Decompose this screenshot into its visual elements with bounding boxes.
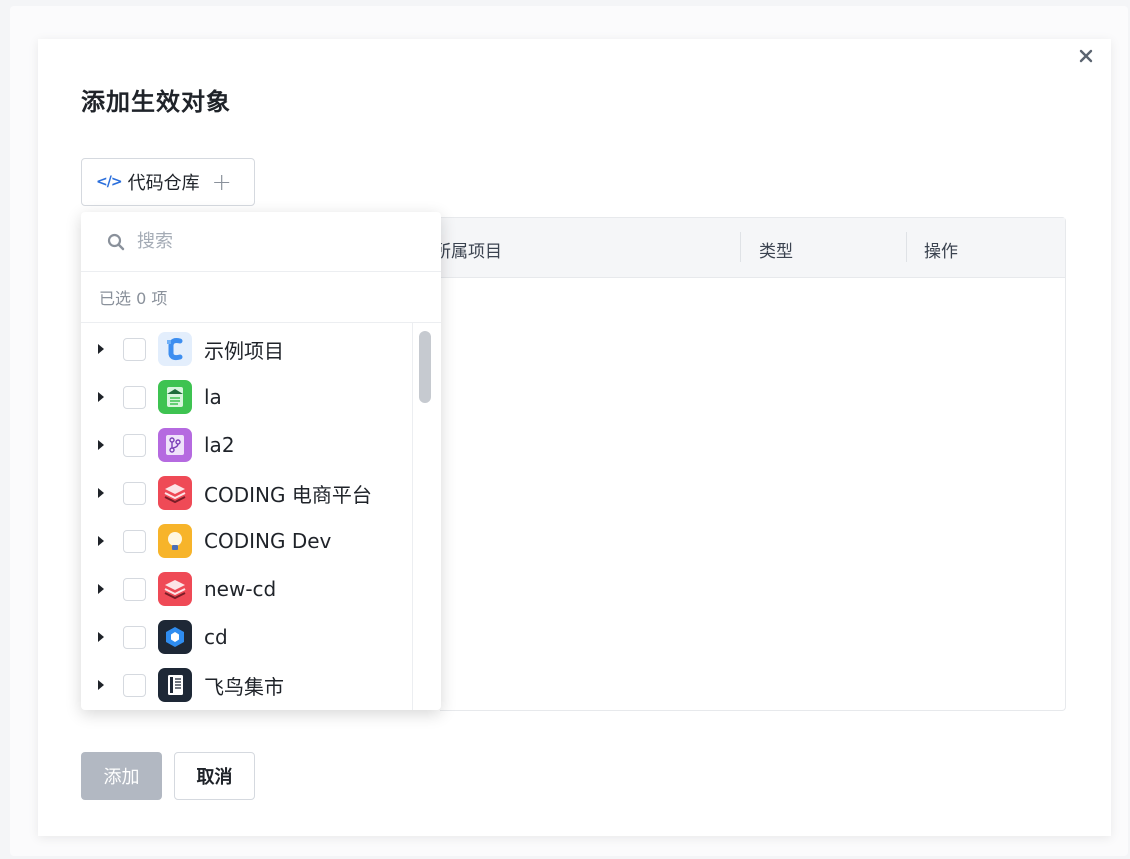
close-icon — [1079, 49, 1093, 63]
item-label: cd — [204, 625, 228, 649]
item-checkbox[interactable] — [123, 529, 146, 553]
list-item[interactable]: 示例项目 — [81, 325, 413, 373]
search-input[interactable] — [137, 231, 397, 252]
close-button[interactable] — [1074, 44, 1098, 68]
item-checkbox[interactable] — [123, 337, 146, 361]
cube-icon — [158, 620, 192, 654]
item-checkbox[interactable] — [123, 385, 146, 409]
column-header-actions: 操作 — [924, 242, 958, 262]
list-item[interactable]: cd — [81, 613, 413, 661]
item-label: la — [204, 385, 222, 409]
expand-caret-icon[interactable] — [98, 680, 104, 690]
table-header: 所属项目 类型 操作 — [434, 218, 1065, 278]
column-divider — [740, 232, 741, 262]
scrollbar-thumb[interactable] — [419, 331, 431, 403]
item-checkbox[interactable] — [123, 625, 146, 649]
expand-caret-icon[interactable] — [98, 440, 104, 450]
list-item[interactable]: CODING 电商平台 — [81, 469, 413, 517]
repo-type-button[interactable]: </> 代码仓库 + — [81, 158, 255, 206]
column-divider — [906, 232, 907, 262]
document-icon — [158, 380, 192, 414]
item-label: 示例项目 — [204, 338, 284, 363]
item-label: new-cd — [204, 577, 277, 601]
expand-caret-icon[interactable] — [98, 488, 104, 498]
list-item[interactable]: 飞鸟集市 — [81, 661, 413, 709]
expand-caret-icon[interactable] — [98, 344, 104, 354]
list-item[interactable]: new-cd — [81, 565, 413, 613]
expand-caret-icon[interactable] — [98, 536, 104, 546]
column-header-project: 所属项目 — [434, 242, 502, 262]
project-list: 示例项目 la la2 CODING 电商平台 CODING Dev new-c… — [81, 323, 441, 710]
column-header-type: 类型 — [759, 242, 793, 262]
item-checkbox[interactable] — [123, 481, 146, 505]
expand-caret-icon[interactable] — [98, 584, 104, 594]
list-item[interactable]: la — [81, 373, 413, 421]
repo-picker-dropdown: 已选 0 项 示例项目 — [81, 212, 441, 710]
item-label: CODING Dev — [204, 529, 332, 553]
selected-count: 已选 0 项 — [81, 272, 441, 323]
search-icon — [107, 233, 125, 250]
targets-table: 所属项目 类型 操作 — [434, 217, 1066, 711]
item-checkbox[interactable] — [123, 433, 146, 457]
item-label: la2 — [204, 433, 235, 457]
expand-caret-icon[interactable] — [98, 632, 104, 642]
item-checkbox[interactable] — [123, 577, 146, 601]
list-item[interactable]: CODING Dev — [81, 517, 413, 565]
layers-icon — [158, 572, 192, 606]
layers-icon — [158, 476, 192, 510]
expand-caret-icon[interactable] — [98, 392, 104, 402]
cancel-button[interactable]: 取消 — [174, 752, 255, 800]
item-checkbox[interactable] — [123, 673, 146, 697]
dialog-title: 添加生效对象 — [81, 88, 231, 116]
item-label: CODING 电商平台 — [204, 482, 372, 507]
item-label: 飞鸟集市 — [204, 674, 284, 699]
branch-icon — [158, 428, 192, 462]
notebook-icon — [158, 668, 192, 702]
search-bar — [81, 212, 441, 272]
list-item[interactable]: la2 — [81, 421, 413, 469]
coding-c-logo-icon — [158, 332, 192, 366]
plus-icon: + — [211, 168, 232, 196]
lightbulb-icon — [158, 524, 192, 558]
repo-type-label: 代码仓库 — [127, 173, 200, 194]
add-button[interactable]: 添加 — [81, 752, 162, 800]
code-icon: </> — [96, 174, 123, 190]
